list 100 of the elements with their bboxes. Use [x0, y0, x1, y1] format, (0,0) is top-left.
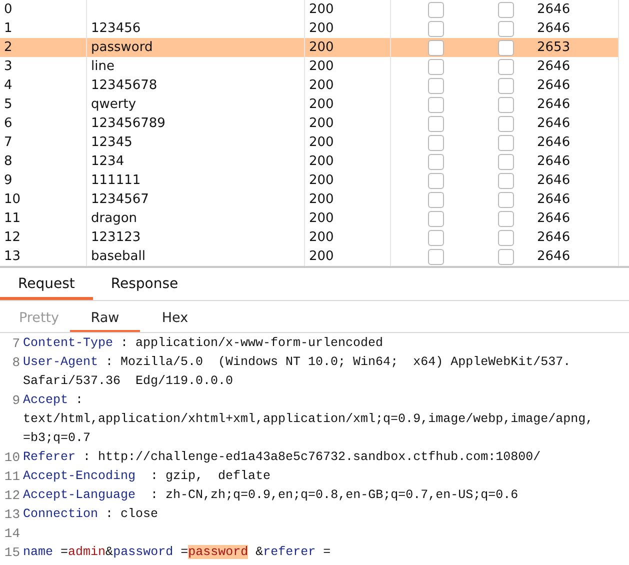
result-row[interactable]: 2 password 200 2653: [0, 38, 619, 57]
line-number: 15: [3, 544, 21, 562]
checkbox[interactable]: [428, 134, 444, 150]
table-cell: 200: [305, 228, 391, 247]
table-cell: 2646: [537, 152, 619, 171]
view-tab[interactable]: Hex: [140, 301, 210, 332]
table-cell: password: [87, 38, 305, 57]
table-cell: baseball: [87, 247, 305, 266]
table-cell: 3: [0, 57, 87, 76]
result-row[interactable]: 6 123456789 200 2646: [0, 114, 619, 133]
checkbox[interactable]: [498, 116, 514, 132]
table-cell: 2646: [537, 76, 619, 95]
table-cell: line: [87, 57, 305, 76]
result-row[interactable]: 13 baseball 200 2646: [0, 247, 619, 266]
line-number: 12: [3, 487, 21, 505]
checkbox[interactable]: [498, 58, 514, 74]
checkbox[interactable]: [428, 40, 444, 56]
checkbox[interactable]: [428, 172, 444, 188]
table-cell: 200: [305, 152, 391, 171]
checkbox[interactable]: [428, 78, 444, 94]
checkbox[interactable]: [428, 2, 444, 18]
line-number: 7: [11, 335, 21, 353]
table-cell: 2646: [537, 228, 619, 247]
result-row[interactable]: 11 dragon 200 2646: [0, 209, 619, 228]
table-cell: 2646: [537, 133, 619, 152]
checkbox[interactable]: [428, 248, 444, 264]
table-cell: 200: [305, 76, 391, 95]
checkbox[interactable]: [428, 210, 444, 226]
table-cell: 11: [0, 209, 87, 228]
result-row[interactable]: 7 12345 200 2646: [0, 133, 619, 152]
checkbox[interactable]: [428, 230, 444, 246]
table-cell: 10: [0, 190, 87, 209]
line-number: 14: [3, 525, 21, 543]
line-number: 13: [3, 506, 21, 524]
result-row[interactable]: 10 1234567 200 2646: [0, 190, 619, 209]
checkbox[interactable]: [498, 40, 514, 56]
checkbox[interactable]: [498, 134, 514, 150]
checkbox[interactable]: [498, 96, 514, 112]
table-cell: 0: [0, 0, 87, 19]
checkbox[interactable]: [498, 248, 514, 264]
result-row[interactable]: 3 line 200 2646: [0, 57, 619, 76]
table-cell: 12345678: [87, 76, 305, 95]
table-cell: 200: [305, 57, 391, 76]
checkbox[interactable]: [498, 230, 514, 246]
table-cell: 2646: [537, 171, 619, 190]
table-cell: 2646: [537, 114, 619, 133]
table-cell: 1234: [87, 152, 305, 171]
code-line: Safari/537.36 Edg/119.0.0.0: [23, 373, 234, 390]
table-cell: 2646: [537, 247, 619, 266]
table-cell: 2646: [537, 95, 619, 114]
table-cell: 2646: [537, 209, 619, 228]
code-line: Content-Type : application/x-www-form-urlencoded: [23, 335, 384, 352]
result-row[interactable]: 9 111111 200 2646: [0, 171, 619, 190]
table-cell: 2646: [537, 190, 619, 209]
result-row[interactable]: 0 200 2646: [0, 0, 619, 19]
line-number: 8: [11, 354, 21, 372]
checkbox[interactable]: [498, 20, 514, 36]
checkbox[interactable]: [498, 192, 514, 208]
code-line: Referer : http://challenge-ed1a43a8e5c76732.sandbox.ctfhub.com:10800/: [23, 449, 541, 466]
checkbox[interactable]: [428, 192, 444, 208]
line-number: 11: [3, 468, 21, 486]
checkbox[interactable]: [498, 172, 514, 188]
code-line: User-Agent : Mozilla/5.0 (Windows NT 10.0; Win64; x64) AppleWebKit/537.: [23, 354, 571, 371]
table-cell: 200: [305, 190, 391, 209]
table-cell: 6: [0, 114, 87, 133]
table-cell: 13: [0, 247, 87, 266]
checkbox[interactable]: [498, 154, 514, 170]
checkbox[interactable]: [428, 96, 444, 112]
checkbox[interactable]: [428, 20, 444, 36]
code-line: text/html,application/xhtml+xml,application/xml;q=0.9,image/webp,image/apng,: [23, 411, 594, 428]
view-tab[interactable]: Raw: [70, 301, 140, 332]
table-cell: 1234567: [87, 190, 305, 209]
checkbox[interactable]: [498, 210, 514, 226]
result-row[interactable]: 5 qwerty 200 2646: [0, 95, 619, 114]
message-tab[interactable]: Request: [0, 270, 93, 300]
checkbox[interactable]: [498, 2, 514, 18]
table-cell: 123123: [87, 228, 305, 247]
result-row[interactable]: 4 12345678 200 2646: [0, 76, 619, 95]
table-cell: 200: [305, 247, 391, 266]
line-number: 9: [11, 392, 21, 410]
table-cell: 200: [305, 38, 391, 57]
table-cell: 2653: [537, 38, 619, 57]
code-line: Connection : close: [23, 506, 158, 523]
result-row[interactable]: 12 123123 200 2646: [0, 228, 619, 247]
table-cell: 2: [0, 38, 87, 57]
checkbox[interactable]: [428, 58, 444, 74]
table-cell: 9: [0, 171, 87, 190]
table-cell: 200: [305, 209, 391, 228]
message-tab[interactable]: Response: [92, 270, 196, 300]
table-cell: 12: [0, 228, 87, 247]
code-line: name =admin&password =password &referer =: [23, 544, 331, 561]
checkbox[interactable]: [498, 78, 514, 94]
checkbox[interactable]: [428, 154, 444, 170]
table-cell: 123456789: [87, 114, 305, 133]
code-line: Accept :: [23, 392, 84, 409]
table-cell: 2646: [537, 0, 619, 19]
checkbox[interactable]: [428, 116, 444, 132]
table-cell: 5: [0, 95, 87, 114]
result-row[interactable]: 8 1234 200 2646: [0, 152, 619, 171]
table-cell: 200: [305, 171, 391, 190]
